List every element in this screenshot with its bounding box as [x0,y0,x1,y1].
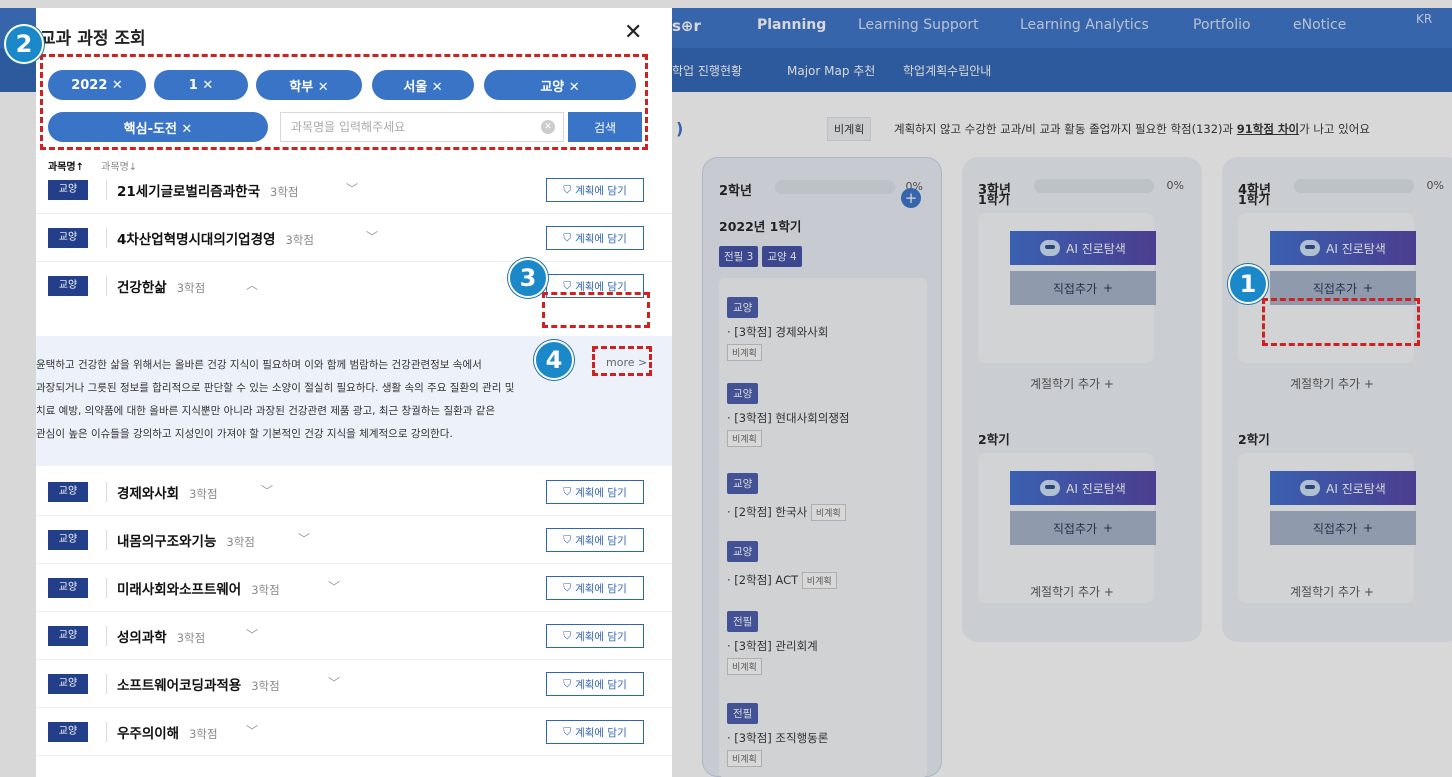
table-row: 교양 미래사회와소프트웨어 3학점 ﹀ ⛉ 계획에 담기 [36,564,672,612]
modal-title: 교과 과정 조회 [40,29,146,49]
basket-icon: ⛉ [563,183,572,196]
category-tag: 교양 [48,722,88,742]
basket-icon: ⛉ [563,279,572,292]
category-tag: 교양 [48,626,88,646]
course-name[interactable]: 소프트웨어코딩과적용 3학점 [106,674,280,694]
table-row: 교양 성의과학 3학점 ﹀ ⛉ 계획에 담기 [36,612,672,660]
table-row: 교양 우주의이해 3학점 ﹀ ⛉ 계획에 담기 [36,708,672,756]
course-name[interactable]: 4차산업혁명시대의기업경영 3학점 [106,228,314,248]
chevron-down-icon[interactable]: ﹀ [246,626,258,643]
basket-icon: ⛉ [563,485,572,498]
chevron-up-icon[interactable]: ︿ [246,276,258,293]
course-name[interactable]: 경제와사회 3학점 [106,482,218,502]
table-row: 교양 21세기글로벌리즘과한국 3학점 ﹀ ⛉ 계획에 담기 [36,166,672,214]
basket-icon: ⛉ [563,533,572,546]
basket-icon: ⛉ [563,581,572,594]
basket-icon: ⛉ [563,677,572,690]
table-row: 교양 경제와사회 3학점 ﹀ ⛉ 계획에 담기 [36,468,672,516]
annotation-box-filters [40,54,648,150]
course-name[interactable]: 내몸의구조와기능 3학점 [106,530,255,550]
course-name[interactable]: 우주의이해 3학점 [106,722,218,742]
add-to-plan-button[interactable]: ⛉ 계획에 담기 [546,528,644,552]
category-tag: 교양 [48,530,88,550]
chevron-down-icon[interactable]: ﹀ [346,180,358,197]
category-tag: 교양 [48,482,88,502]
category-tag: 교양 [48,180,88,200]
table-row: 교양 소프트웨어코딩과적용 3학점 ﹀ ⛉ 계획에 담기 [36,660,672,708]
annotation-badge-3: 3 [508,258,548,298]
chevron-down-icon[interactable]: ﹀ [328,674,340,691]
course-name[interactable]: 21세기글로벌리즘과한국 3학점 [106,180,298,200]
add-to-plan-button[interactable]: ⛉ 계획에 담기 [546,480,644,504]
annotation-badge-4: 4 [534,340,574,380]
course-description-panel: 윤택하고 건강한 삶을 위해서는 올바른 건강 지식이 필요하며 이와 함께 범… [36,336,672,466]
add-to-plan-button[interactable]: ⛉ 계획에 담기 [546,720,644,744]
annotation-box-direct-add [1262,298,1420,346]
chevron-down-icon[interactable]: ﹀ [246,722,258,739]
chevron-down-icon[interactable]: ﹀ [328,578,340,595]
course-name[interactable]: 성의과학 3학점 [106,626,205,646]
annotation-badge-1: 1 [1228,264,1268,304]
category-tag: 교양 [48,578,88,598]
table-row: 교양 4차산업혁명시대의기업경영 3학점 ﹀ ⛉ 계획에 담기 [36,214,672,262]
basket-icon: ⛉ [563,231,572,244]
chevron-down-icon[interactable]: ﹀ [298,530,310,547]
add-to-plan-button[interactable]: ⛉ 계획에 담기 [546,178,644,202]
category-tag: 교양 [48,228,88,248]
annotation-box-add-button [542,292,650,328]
basket-icon: ⛉ [563,725,572,738]
course-description: 윤택하고 건강한 삶을 위해서는 올바른 건강 지식이 필요하며 이와 함께 범… [36,359,515,440]
category-tag: 교양 [48,276,88,296]
add-to-plan-button[interactable]: ⛉ 계획에 담기 [546,226,644,250]
course-name[interactable]: 건강한삶 3학점 [106,276,205,296]
add-to-plan-button[interactable]: ⛉ 계획에 담기 [546,576,644,600]
add-to-plan-button[interactable]: ⛉ 계획에 담기 [546,672,644,696]
chevron-down-icon[interactable]: ﹀ [366,228,378,245]
table-row: 교양 내몸의구조와기능 3학점 ﹀ ⛉ 계획에 담기 [36,516,672,564]
annotation-badge-2: 2 [4,24,44,64]
category-tag: 교양 [48,674,88,694]
annotation-box-more [592,346,652,376]
basket-icon: ⛉ [563,629,572,642]
add-to-plan-button[interactable]: ⛉ 계획에 담기 [546,624,644,648]
chevron-down-icon[interactable]: ﹀ [261,482,273,499]
course-name[interactable]: 미래사회와소프트웨어 3학점 [106,578,280,598]
close-icon[interactable]: ✕ [624,20,642,45]
